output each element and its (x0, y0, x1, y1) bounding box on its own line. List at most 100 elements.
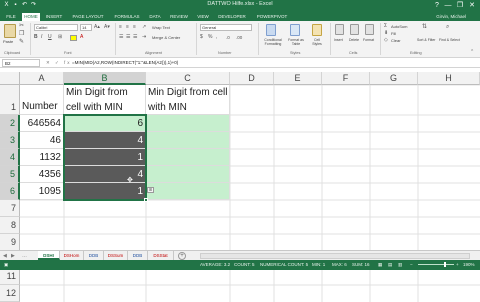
sheet-tab-dshi[interactable]: DSHI (38, 251, 60, 260)
indent-icon[interactable]: ⇥ (142, 34, 146, 41)
sheets-more-icon[interactable]: … (22, 252, 27, 260)
row-header-5[interactable]: 5 (0, 166, 20, 183)
quick-analysis-button[interactable]: ⊞ (147, 187, 154, 193)
next-sheet-icon[interactable]: ▶ (11, 252, 15, 260)
zoom-out-icon[interactable]: − (410, 260, 413, 270)
font-size-select[interactable]: 14 (80, 24, 92, 31)
insert-cells-icon[interactable] (335, 24, 344, 35)
zoom-level[interactable]: 190% (463, 260, 475, 270)
orientation-icon[interactable]: ↗ (142, 24, 146, 31)
italic-icon[interactable]: I (41, 34, 42, 41)
column-header-a[interactable]: A (20, 72, 64, 85)
zoom-slider-thumb[interactable] (444, 262, 446, 267)
fill-color-icon[interactable] (70, 35, 77, 41)
delete-cells-icon[interactable] (350, 24, 359, 35)
format-painter-icon[interactable]: ✎ (19, 39, 24, 46)
comma-style-icon[interactable]: , (216, 34, 217, 41)
grow-font-icon[interactable]: A▴ (94, 24, 100, 31)
formula-buttons[interactable]: ✕ ✓ fx (46, 59, 72, 67)
top-align-icon[interactable]: ≡ (119, 24, 122, 31)
tab-developer[interactable]: DEVELOPER (214, 13, 250, 21)
merge-center-button[interactable]: Merge & Center (152, 35, 180, 40)
tab-formulas[interactable]: FORMULAS (110, 13, 144, 21)
save-icon[interactable]: ▪ (12, 2, 19, 9)
sheet-tab-ddb-2[interactable]: DDB (128, 251, 148, 260)
worksheet-grid[interactable]: A B C D E F G H 1 2 3 4 5 6 7 8 9 10 11 … (0, 72, 480, 302)
clear-label[interactable]: Clear (391, 38, 401, 43)
row-header-7[interactable]: 7 (0, 200, 20, 217)
font-name-select[interactable]: Calibri (34, 24, 78, 31)
bold-icon[interactable]: B (34, 34, 38, 41)
font-color-icon[interactable]: A (80, 34, 83, 41)
autosum-icon[interactable]: Σ (384, 23, 387, 30)
column-header-e[interactable]: E (274, 72, 322, 85)
shrink-font-icon[interactable]: A▾ (104, 24, 110, 31)
restore-button[interactable]: ❐ (455, 1, 465, 10)
align-right-icon[interactable]: ☰ (133, 34, 137, 41)
minimize-button[interactable]: — (443, 1, 453, 10)
row-header-11[interactable]: 11 (0, 268, 20, 285)
tab-data[interactable]: DATA (146, 13, 164, 21)
undo-icon[interactable]: ↶ (21, 2, 28, 9)
tab-insert[interactable]: INSERT (42, 13, 66, 21)
page-break-view-icon[interactable]: ▥ (398, 260, 402, 270)
increase-decimal-icon[interactable]: .0 (226, 34, 230, 41)
row-header-2[interactable]: 2 (0, 115, 20, 132)
tab-page-layout[interactable]: PAGE LAYOUT (68, 13, 108, 21)
formula-input[interactable]: =MIN(MID(A2,ROW(INDIRECT("1:"&LEN(A2))),… (72, 59, 478, 67)
row-header-3[interactable]: 3 (0, 132, 20, 149)
new-sheet-button[interactable]: + (178, 252, 186, 260)
zoom-in-icon[interactable]: + (456, 260, 459, 270)
align-left-icon[interactable]: ☰ (119, 34, 123, 41)
autosum-label[interactable]: AutoSum (391, 24, 407, 29)
paste-icon[interactable] (4, 24, 16, 38)
copy-icon[interactable]: ❐ (19, 31, 24, 38)
row-header-12[interactable]: 12 (0, 285, 20, 302)
fill-icon[interactable]: ⬇ (384, 30, 388, 37)
sort-filter-icon[interactable]: ⇅ (422, 24, 427, 31)
cell-styles-icon[interactable] (312, 24, 322, 36)
column-header-d[interactable]: D (230, 72, 274, 85)
wrap-text-button[interactable]: Wrap Text (152, 25, 170, 30)
currency-icon[interactable]: $ (200, 34, 203, 41)
fill-handle[interactable] (144, 198, 148, 202)
percent-icon[interactable]: % (208, 34, 212, 41)
clear-icon[interactable]: ◇ (384, 37, 388, 44)
row-header-9[interactable]: 9 (0, 234, 20, 251)
tab-view[interactable]: VIEW (194, 13, 212, 21)
row-header-4[interactable]: 4 (0, 149, 20, 166)
column-header-f[interactable]: F (322, 72, 370, 85)
tab-review[interactable]: REVIEW (166, 13, 192, 21)
sheet-tab-dssum[interactable]: DSSum (104, 251, 128, 260)
tab-home[interactable]: HOME (22, 13, 40, 21)
sheet-tab-dshom[interactable]: DSHom (60, 251, 84, 260)
number-format-select[interactable]: General (200, 24, 252, 31)
column-header-b[interactable]: B (64, 72, 146, 85)
borders-icon[interactable]: ⊞ (58, 34, 62, 41)
align-center-icon[interactable]: ☰ (126, 34, 130, 41)
find-select-icon[interactable]: ⌕ (446, 24, 449, 31)
tab-powerpivot[interactable]: POWERPIVOT (252, 13, 292, 21)
sheet-tab-ddb[interactable]: DDB (84, 251, 104, 260)
row-header-1[interactable]: 1 (0, 85, 20, 115)
close-button[interactable]: ✕ (467, 1, 477, 10)
row-header-8[interactable]: 8 (0, 217, 20, 234)
format-as-table-icon[interactable] (290, 24, 300, 36)
tab-file[interactable]: FILE (2, 13, 20, 21)
redo-icon[interactable]: ↷ (30, 2, 37, 9)
bottom-align-icon[interactable]: ≡ (133, 24, 136, 31)
normal-view-icon[interactable]: ▦ (378, 260, 382, 270)
row-header-6[interactable]: 6 (0, 183, 20, 200)
help-button[interactable]: ? (432, 1, 442, 10)
collapse-ribbon-icon[interactable]: ⌃ (470, 49, 474, 56)
column-header-h[interactable]: H (418, 72, 480, 85)
horizontal-scrollbar[interactable] (200, 253, 470, 259)
decrease-decimal-icon[interactable]: .00 (236, 34, 242, 41)
cut-icon[interactable]: ✂ (19, 23, 24, 30)
sheet-tab-dsstat[interactable]: DSStat (148, 251, 174, 260)
column-header-g[interactable]: G (370, 72, 418, 85)
zoom-slider[interactable] (418, 264, 454, 265)
underline-icon[interactable]: U (48, 34, 52, 41)
name-box[interactable]: B2 (2, 59, 40, 67)
prev-sheet-icon[interactable]: ◀ (3, 252, 7, 260)
